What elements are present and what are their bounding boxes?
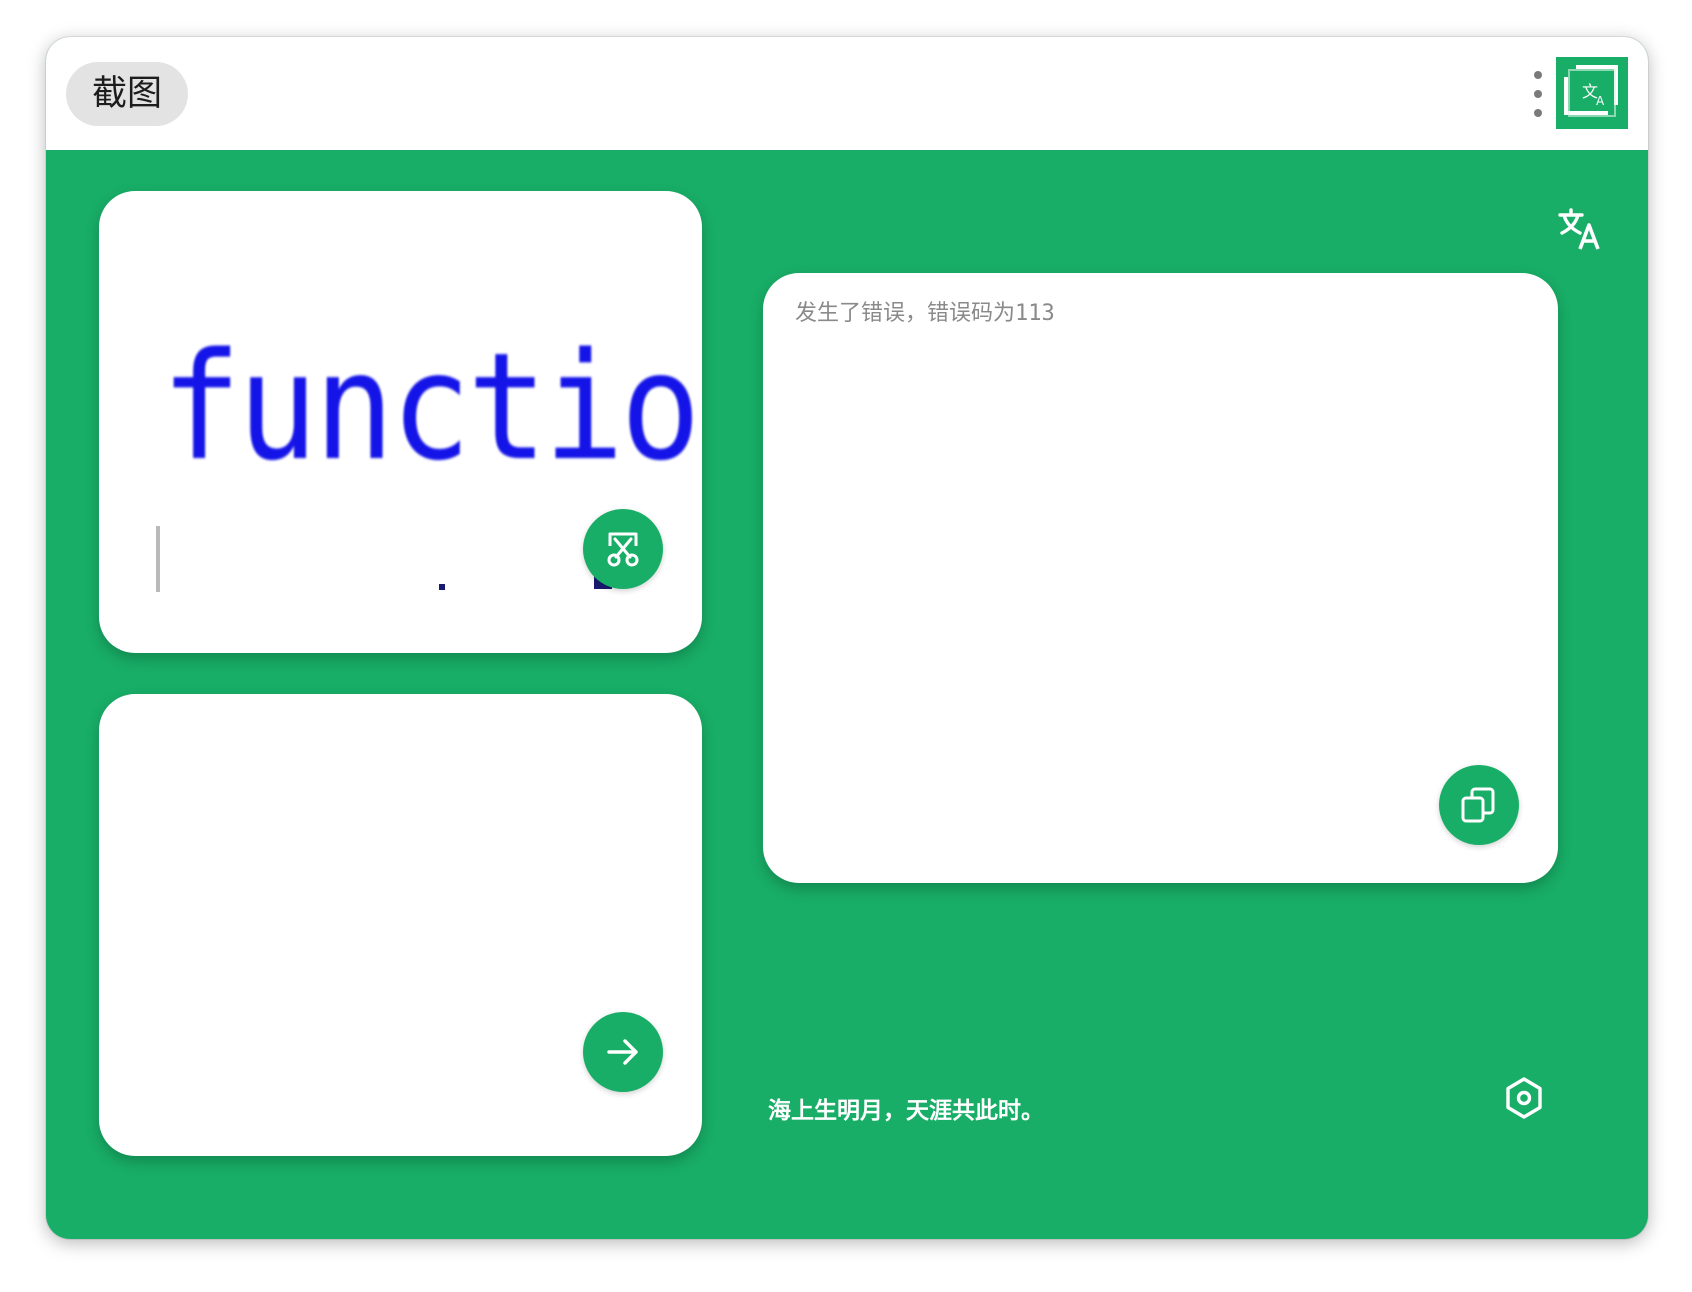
translate-icon[interactable]: [1556, 205, 1604, 253]
preview-text: function: [161, 321, 702, 493]
screenshot-button[interactable]: [583, 509, 663, 589]
screenshot-scissors-icon: [607, 532, 639, 567]
preview-fragment-mark: [439, 584, 445, 590]
svg-text:A: A: [1596, 94, 1605, 108]
title-bar: 截图 文 A: [46, 37, 1648, 150]
source-text-card[interactable]: [99, 694, 702, 1156]
copy-button[interactable]: [1439, 765, 1519, 845]
copy-icon: [1461, 787, 1495, 823]
translate-submit-button[interactable]: [583, 1012, 663, 1092]
capture-button[interactable]: 截图: [66, 62, 189, 126]
footer-poem: 海上生明月，天涯共此时。: [768, 1098, 1044, 1124]
translate-crop-logo-icon[interactable]: 文 A: [1556, 57, 1628, 129]
translation-result-card: 发生了错误，错误码为113: [763, 273, 1558, 883]
translation-result-text: 发生了错误，错误码为113: [795, 301, 1055, 326]
app-window: 截图 文 A function: [46, 37, 1648, 1239]
arrow-right-icon: [607, 1039, 638, 1065]
more-vertical-icon[interactable]: [1528, 71, 1548, 117]
screenshot-preview-card: function: [99, 191, 702, 653]
preview-cursor-mark: [156, 526, 160, 592]
settings-hexagon-icon[interactable]: [1501, 1075, 1547, 1121]
